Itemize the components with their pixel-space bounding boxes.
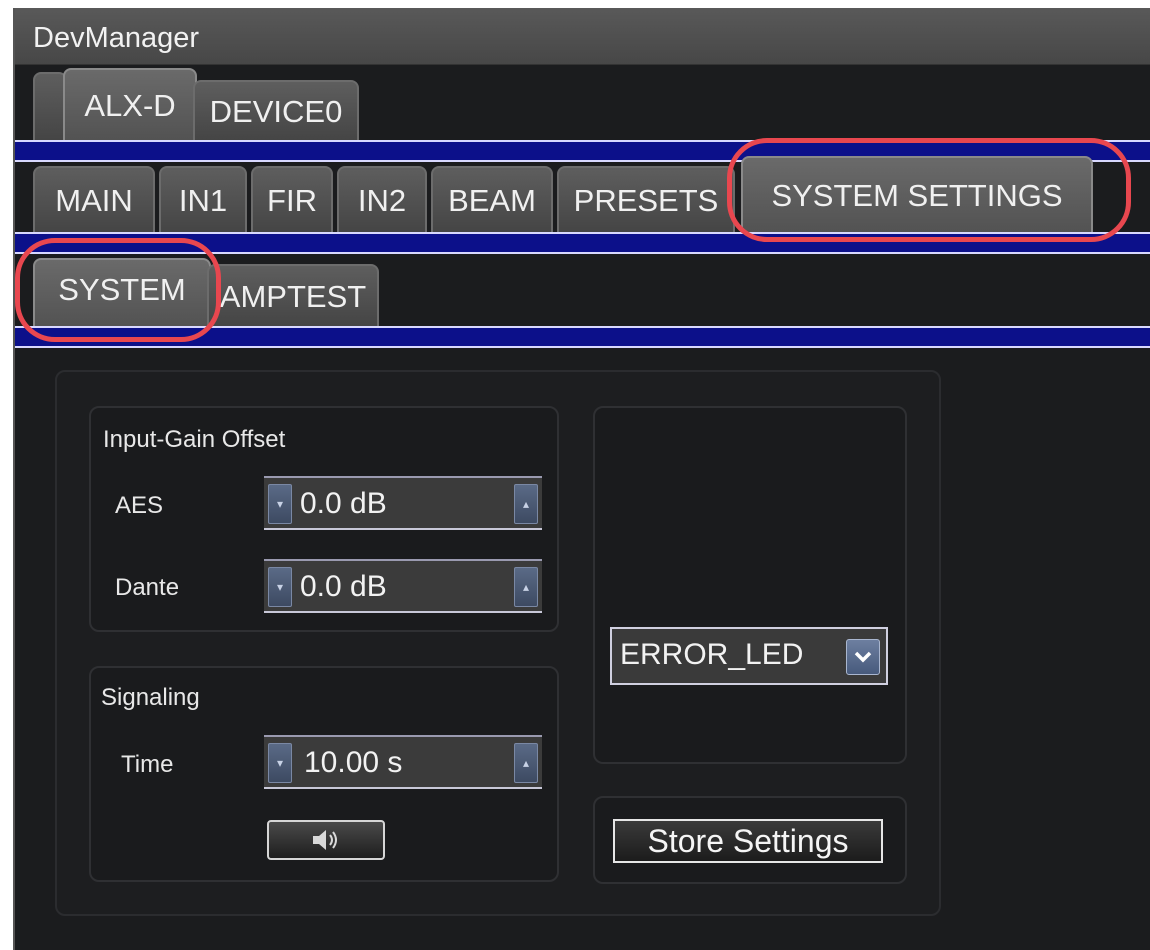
subtab-amptest[interactable]: AMPTEST xyxy=(207,264,379,328)
signaling-title: Signaling xyxy=(101,684,200,711)
dante-label: Dante xyxy=(115,574,180,601)
increment-button[interactable]: ▴ xyxy=(514,567,538,607)
aes-stepper[interactable]: ▾ 0.0 dB ▴ xyxy=(264,476,542,530)
chevron-up-icon: ▴ xyxy=(522,580,530,594)
device-tab-label: ALX-D xyxy=(84,88,176,123)
chevron-up-icon: ▴ xyxy=(522,756,530,770)
subtab-label: AMPTEST xyxy=(219,279,367,314)
aes-value: 0.0 dB xyxy=(300,487,387,520)
devmanager-window: DevManager ALX-D DEVICE0 MAIN IN1 FIR IN… xyxy=(13,8,1150,950)
tab-label: IN2 xyxy=(357,183,407,218)
tab-fir[interactable]: FIR xyxy=(251,166,333,234)
speaker-icon xyxy=(313,830,337,850)
time-value: 10.00 s xyxy=(304,746,403,779)
led-select-value: ERROR_LED xyxy=(620,638,804,671)
window-title: DevManager xyxy=(33,22,200,54)
tab-main[interactable]: MAIN xyxy=(33,166,155,234)
tab-in2[interactable]: IN2 xyxy=(337,166,427,234)
tab-label: SYSTEM SETTINGS xyxy=(771,178,1063,213)
dante-value: 0.0 dB xyxy=(300,570,387,603)
tab-label: PRESETS xyxy=(573,183,719,218)
accent-divider xyxy=(15,326,1150,348)
aes-label: AES xyxy=(115,492,164,519)
input-gain-offset-title: Input-Gain Offset xyxy=(103,426,286,453)
device-tab-device0[interactable]: DEVICE0 xyxy=(193,80,359,142)
tab-label: BEAM xyxy=(448,183,536,218)
store-settings-button[interactable]: Store Settings xyxy=(613,819,883,863)
chevron-down-icon: ▾ xyxy=(276,756,284,770)
sound-test-button[interactable] xyxy=(267,820,385,860)
time-stepper[interactable]: ▾ 10.00 s ▴ xyxy=(264,735,542,789)
led-group xyxy=(593,406,907,764)
tab-beam[interactable]: BEAM xyxy=(431,166,553,234)
tab-presets[interactable]: PRESETS xyxy=(557,166,735,234)
title-bar: DevManager xyxy=(15,8,1150,65)
device-tab-blank[interactable] xyxy=(33,72,67,142)
tab-label: FIR xyxy=(267,183,317,218)
tab-in1[interactable]: IN1 xyxy=(159,166,247,234)
subtab-system[interactable]: SYSTEM xyxy=(33,258,211,328)
device-tab-label: DEVICE0 xyxy=(209,94,343,129)
device-tab-alx-d[interactable]: ALX-D xyxy=(63,68,197,142)
subtab-label: SYSTEM xyxy=(58,272,186,307)
time-label: Time xyxy=(121,751,174,778)
led-select[interactable]: ERROR_LED xyxy=(610,627,888,685)
tab-label: MAIN xyxy=(55,183,133,218)
accent-divider xyxy=(15,232,1150,254)
dante-stepper[interactable]: ▾ 0.0 dB ▴ xyxy=(264,559,542,613)
increment-button[interactable]: ▴ xyxy=(514,484,538,524)
chevron-up-icon: ▴ xyxy=(522,497,530,511)
chevron-down-icon: ▾ xyxy=(276,580,284,594)
tab-system-settings[interactable]: SYSTEM SETTINGS xyxy=(741,156,1093,234)
chevron-down-icon: ▾ xyxy=(276,497,284,511)
decrement-button[interactable]: ▾ xyxy=(268,567,292,607)
decrement-button[interactable]: ▾ xyxy=(268,743,292,783)
tab-label: IN1 xyxy=(178,183,228,218)
increment-button[interactable]: ▴ xyxy=(514,743,538,783)
decrement-button[interactable]: ▾ xyxy=(268,484,292,524)
chevron-down-icon xyxy=(846,639,880,675)
